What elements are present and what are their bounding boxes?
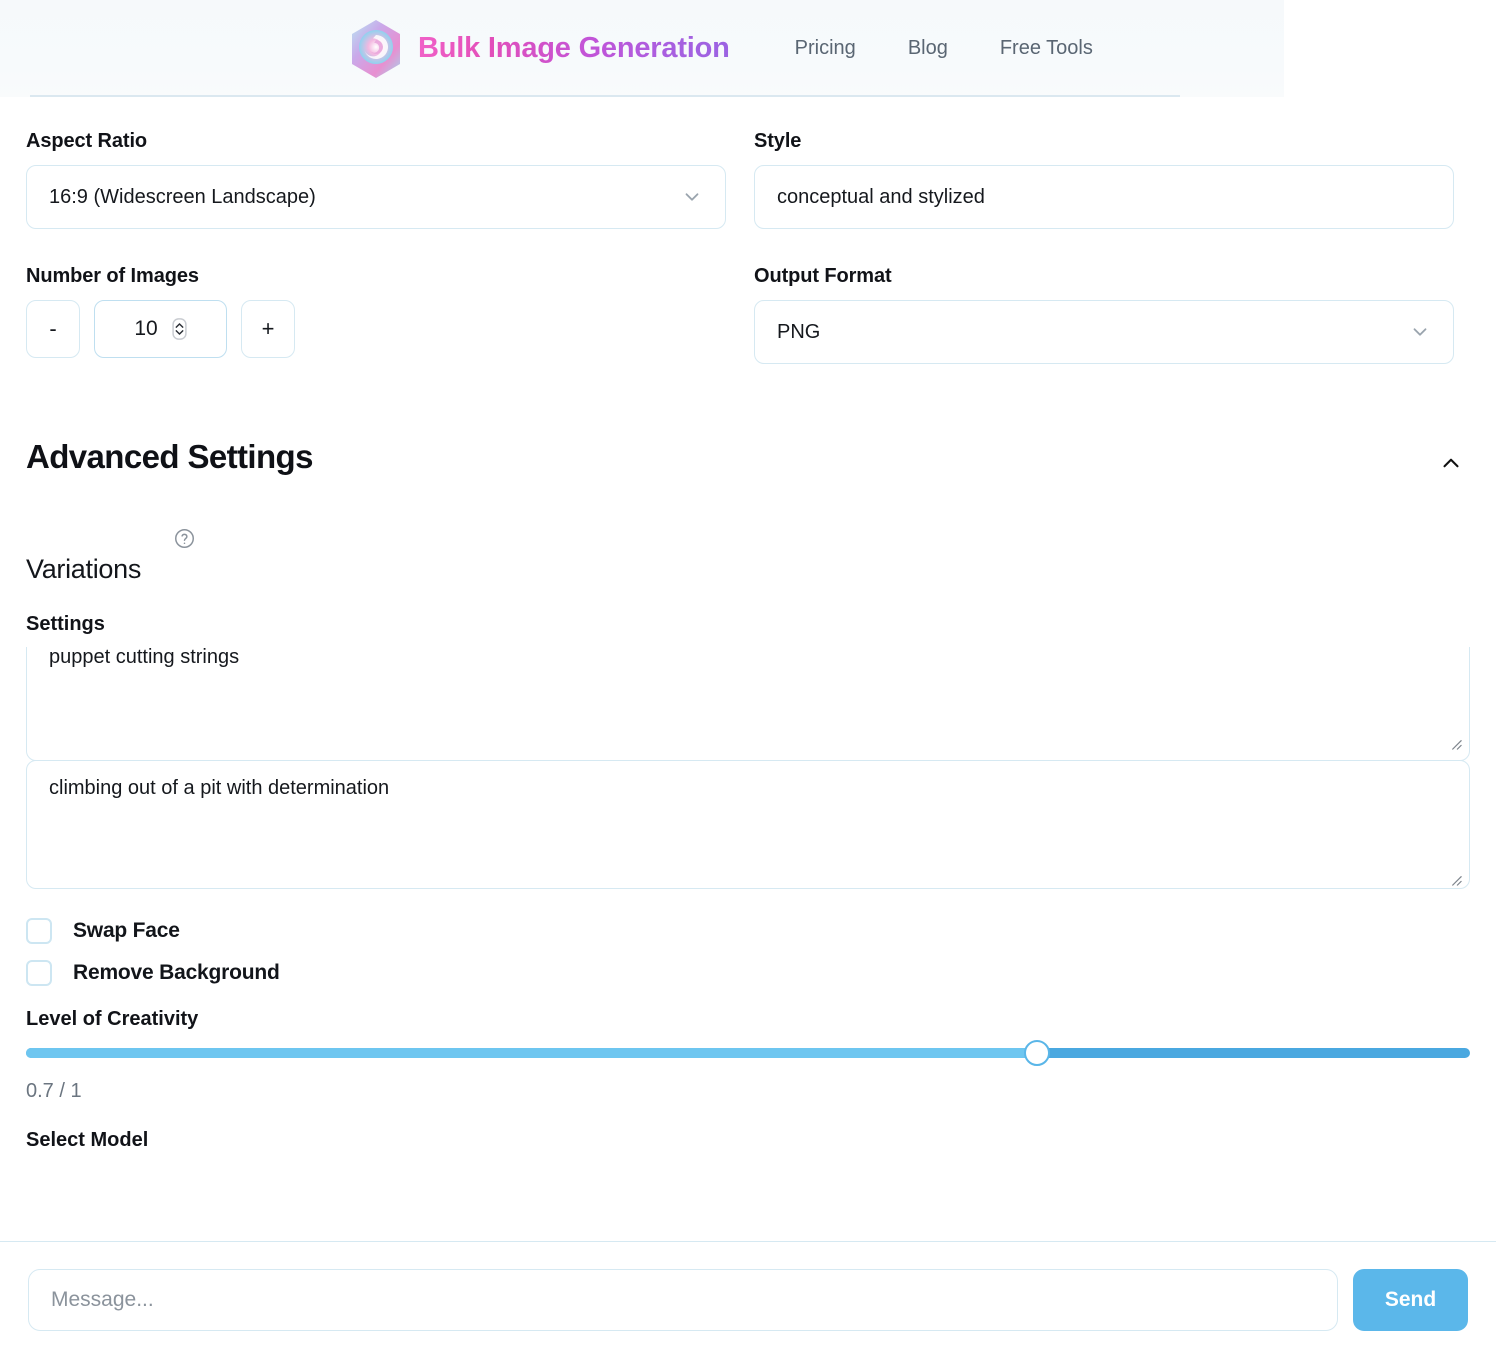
settings-content: Aspect Ratio 16:9 (Widescreen Landscape)…: [0, 97, 1496, 1152]
site-header: Bulk Image Generation Pricing Blog Free …: [0, 0, 1284, 97]
variations-title: Variations: [26, 554, 142, 584]
main-nav: Pricing Blog Free Tools: [795, 37, 1093, 60]
message-bar: Send: [0, 1241, 1496, 1358]
select-model-label: Select Model: [26, 1129, 149, 1151]
help-circle-icon[interactable]: [174, 528, 195, 549]
swap-face-row[interactable]: Swap Face: [26, 918, 1470, 944]
style-field: Style conceptual and stylized: [754, 130, 1454, 229]
aspect-ratio-field: Aspect Ratio 16:9 (Widescreen Landscape): [26, 130, 726, 229]
send-button[interactable]: Send: [1353, 1269, 1468, 1331]
increment-button[interactable]: +: [241, 300, 295, 358]
creativity-label: Level of Creativity: [26, 1008, 199, 1030]
nav-item-free-tools[interactable]: Free Tools: [1000, 37, 1093, 60]
slider-thumb[interactable]: [1023, 1040, 1050, 1066]
swap-face-checkbox[interactable]: [26, 918, 52, 944]
number-of-images-label: Number of Images: [26, 265, 199, 287]
output-format-select[interactable]: PNG: [754, 300, 1454, 364]
variation-2-textarea[interactable]: [26, 760, 1470, 889]
creativity-section: Level of Creativity 0.7 / 1: [0, 1008, 1496, 1103]
form-row-1: Aspect Ratio 16:9 (Widescreen Landscape)…: [0, 130, 1496, 229]
creativity-value: 0.7 / 1: [26, 1080, 82, 1102]
swap-face-label: Swap Face: [73, 919, 180, 942]
advanced-settings-title: Advanced Settings: [26, 438, 313, 475]
variation-2-wrapper: [26, 760, 1470, 894]
style-input[interactable]: conceptual and stylized: [754, 165, 1454, 229]
style-value: conceptual and stylized: [777, 185, 985, 208]
message-input[interactable]: [28, 1269, 1338, 1331]
remove-background-label: Remove Background: [73, 961, 280, 984]
variation-1-wrapper: [26, 647, 1470, 761]
variation-settings: Settings: [0, 613, 1496, 894]
aspect-ratio-value: 16:9 (Widescreen Landscape): [49, 185, 316, 208]
swirl-gem-logo-icon: [348, 18, 404, 80]
output-format-label: Output Format: [754, 265, 892, 287]
number-of-images-value: 10: [134, 317, 158, 340]
aspect-ratio-label: Aspect Ratio: [26, 130, 148, 152]
creativity-slider[interactable]: [26, 1040, 1470, 1066]
style-label: Style: [754, 130, 802, 152]
variations-section: Variations: [0, 529, 1496, 585]
number-of-images-input[interactable]: 10: [94, 300, 227, 358]
remove-background-row[interactable]: Remove Background: [26, 960, 1470, 986]
aspect-ratio-select[interactable]: 16:9 (Widescreen Landscape): [26, 165, 726, 229]
brand-title: Bulk Image Generation: [418, 32, 730, 64]
chevron-up-icon[interactable]: [1436, 450, 1466, 476]
decrement-button[interactable]: -: [26, 300, 80, 358]
remove-background-checkbox[interactable]: [26, 960, 52, 986]
chevron-down-icon: [1409, 321, 1431, 343]
chevron-down-icon: [681, 186, 703, 208]
number-of-images-field: Number of Images - 10 +: [26, 265, 726, 364]
slider-fill: [26, 1048, 1037, 1058]
page-root: Bulk Image Generation Pricing Blog Free …: [0, 0, 1496, 1358]
number-of-images-stepper: - 10 +: [26, 300, 726, 358]
brand[interactable]: Bulk Image Generation: [348, 18, 730, 80]
option-checkboxes: Swap Face Remove Background: [0, 918, 1496, 986]
advanced-settings-section: Advanced Settings: [0, 438, 1496, 476]
nav-item-pricing[interactable]: Pricing: [795, 37, 856, 60]
variation-1-textarea[interactable]: [26, 647, 1470, 761]
output-format-value: PNG: [777, 320, 821, 343]
form-row-2: Number of Images - 10 + Output Format PN…: [0, 265, 1496, 364]
output-format-field: Output Format PNG: [754, 265, 1454, 364]
nav-item-blog[interactable]: Blog: [908, 37, 948, 60]
spinner-updown-icon[interactable]: [172, 318, 187, 340]
settings-label: Settings: [26, 613, 105, 635]
